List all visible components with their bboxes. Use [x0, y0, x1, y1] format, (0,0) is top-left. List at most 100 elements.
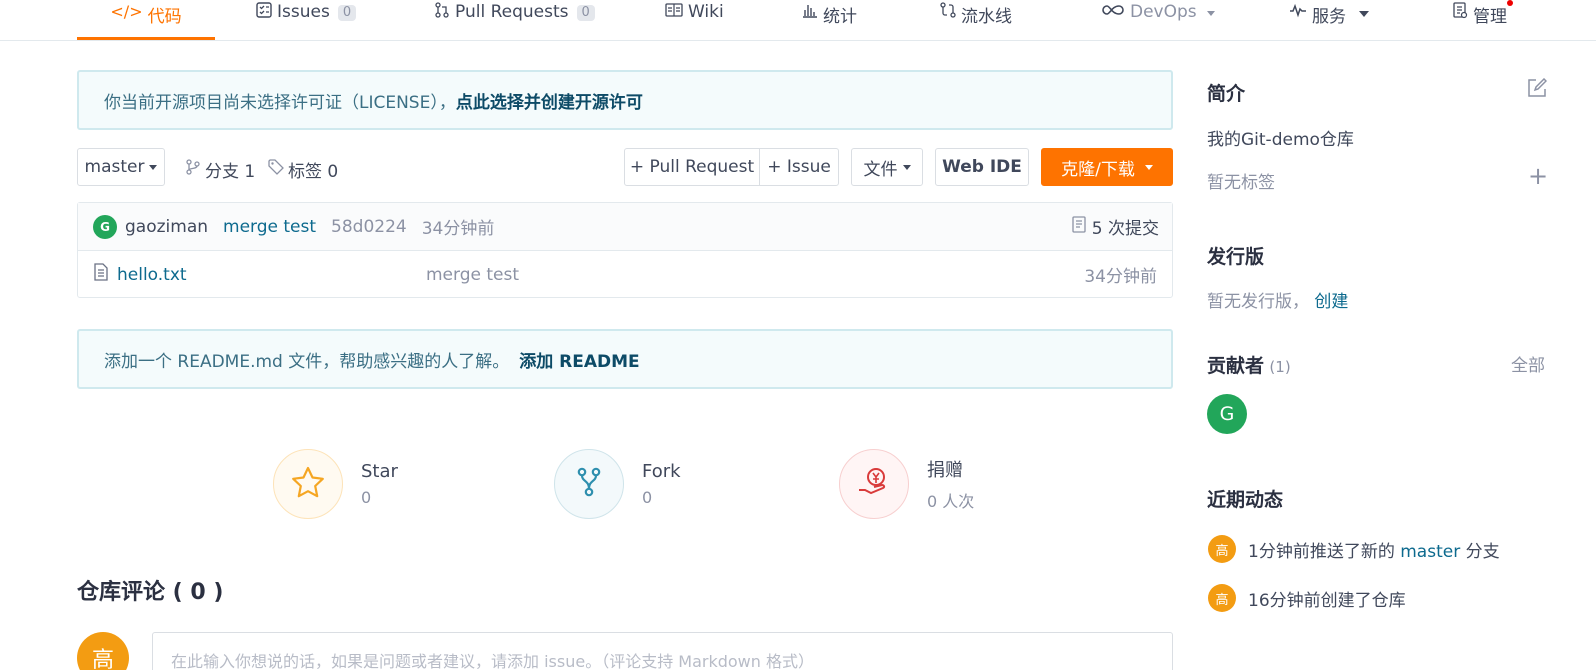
- readme-banner-text: 添加一个 README.md 文件，帮助感兴趣的人了解。: [104, 351, 510, 372]
- no-tags-text: 暂无标签: [1207, 173, 1275, 193]
- tab-wiki[interactable]: Wiki: [665, 0, 724, 40]
- tab-issues-label: Issues: [277, 2, 330, 22]
- star-icon: [291, 466, 325, 503]
- tab-pull-requests-label: Pull Requests: [455, 2, 569, 22]
- clone-download-button[interactable]: 克隆/下载: [1041, 148, 1173, 186]
- fork-label: Fork: [642, 461, 681, 482]
- star-circle: [273, 449, 343, 519]
- web-ide-label: Web IDE: [942, 157, 1022, 177]
- activity-avatar[interactable]: 高: [1208, 535, 1236, 563]
- activity-text-pre: 1分钟前推送了新的: [1248, 541, 1401, 562]
- new-issue-label: + Issue: [767, 157, 831, 177]
- pull-request-icon: [434, 2, 450, 22]
- branch-select[interactable]: master: [77, 148, 165, 186]
- comment-placeholder: 在此输入你想说的话，如果是问题或者建议，请添加 issue。（评论支持 Mark…: [171, 652, 814, 670]
- commit-author[interactable]: gaoziman: [125, 217, 208, 237]
- branch-link[interactable]: master: [1400, 542, 1460, 562]
- tab-issues[interactable]: Issues 0: [256, 0, 357, 40]
- chevron-down-icon: [902, 164, 911, 170]
- notification-dot: [1507, 0, 1513, 6]
- infinity-icon: [1101, 2, 1125, 21]
- activity-item: 高 16分钟前创建了仓库: [1208, 584, 1406, 612]
- activity-text: 1分钟前推送了新的 master 分支: [1248, 537, 1500, 562]
- issues-count-badge: 0: [337, 5, 357, 21]
- chevron-down-icon: [1144, 164, 1153, 170]
- wiki-icon: [665, 2, 683, 22]
- commit-hash[interactable]: 58d0224: [331, 217, 407, 237]
- contributors-title: 贡献者: [1207, 355, 1265, 377]
- star-label: Star: [361, 461, 398, 482]
- branches-count: 分支 1: [205, 162, 256, 182]
- star-stat[interactable]: Star 0: [273, 449, 398, 519]
- no-release-text: 暂无发行版，: [1207, 292, 1309, 312]
- repo-tabs: </> 代码 Issues 0 Pull Requests 0 Wiki 统计 …: [0, 0, 1596, 41]
- activity-item: 高 1分钟前推送了新的 master 分支: [1208, 535, 1500, 563]
- file-commit-message[interactable]: merge test: [426, 265, 519, 285]
- commit-message-link[interactable]: merge test: [223, 217, 316, 237]
- file-name-link[interactable]: hello.txt: [117, 265, 187, 285]
- comment-input[interactable]: 在此输入你想说的话，如果是问题或者建议，请添加 issue。（评论支持 Mark…: [152, 632, 1173, 670]
- intro-title: 简介: [1207, 83, 1246, 105]
- branch-icon: [185, 159, 201, 180]
- activity-text: 16分钟前创建了仓库: [1248, 590, 1406, 611]
- branches-link[interactable]: 分支 1: [185, 157, 255, 182]
- tab-manage-label: 管理: [1473, 7, 1507, 27]
- commit-count: 5 次提交: [1091, 219, 1159, 239]
- chevron-down-icon: [1206, 11, 1215, 16]
- donate-icon: [857, 466, 891, 503]
- tab-manage[interactable]: 管理: [1452, 0, 1513, 40]
- activity-avatar[interactable]: 高: [1208, 584, 1236, 612]
- tab-stats[interactable]: 统计: [802, 0, 857, 40]
- tab-code-label: 代码: [147, 7, 182, 27]
- tab-pipeline-label: 流水线: [961, 7, 1012, 27]
- add-tag-icon[interactable]: +: [1528, 164, 1548, 188]
- tab-code[interactable]: </> 代码: [77, 0, 215, 40]
- edit-intro-icon[interactable]: [1527, 77, 1548, 103]
- file-icon: [93, 263, 109, 286]
- fork-circle: [554, 449, 624, 519]
- tab-pull-requests[interactable]: Pull Requests 0: [434, 0, 595, 40]
- donate-count: 0 人次: [927, 492, 975, 511]
- fork-stat[interactable]: Fork 0: [554, 449, 681, 519]
- donate-stat[interactable]: 捐赠 0 人次: [839, 449, 974, 519]
- tags-link[interactable]: 标签 0: [268, 157, 338, 182]
- add-readme-link[interactable]: 添加 README: [519, 347, 639, 372]
- tab-services-label: 服务: [1312, 7, 1346, 27]
- create-license-link[interactable]: 点此选择并创建开源许可: [456, 88, 643, 113]
- tab-devops[interactable]: DevOps: [1101, 0, 1215, 40]
- tags-count: 标签 0: [288, 162, 339, 182]
- branch-select-label: master: [84, 157, 145, 177]
- new-pull-request-button[interactable]: + Pull Request: [624, 148, 760, 186]
- create-release-link[interactable]: 创建: [1314, 292, 1348, 312]
- donate-label: 捐赠: [927, 460, 963, 481]
- commit-count-link[interactable]: 5 次提交: [1072, 214, 1159, 239]
- tab-services[interactable]: 服务: [1289, 0, 1369, 40]
- license-banner: 你当前开源项目尚未选择许可证（LICENSE）， 点此选择并创建开源许可: [77, 70, 1173, 130]
- manage-icon: [1452, 2, 1468, 23]
- pull-requests-count-badge: 0: [576, 5, 595, 21]
- author-avatar[interactable]: G: [93, 214, 117, 239]
- commit-time: 34分钟前: [421, 219, 495, 239]
- contributor-avatar[interactable]: G: [1207, 394, 1247, 434]
- contributors-count: (1): [1269, 358, 1291, 376]
- latest-commit-row: G gaoziman merge test 58d0224 34分钟前 5 次提…: [78, 203, 1172, 251]
- pulse-icon: [1289, 2, 1307, 22]
- commits-icon: [1072, 215, 1086, 238]
- repo-description: 我的Git-demo仓库: [1207, 130, 1354, 150]
- activity-text-post: 分支: [1460, 541, 1500, 562]
- new-pull-request-label: + Pull Request: [629, 157, 755, 177]
- new-issue-button[interactable]: + Issue: [759, 148, 839, 186]
- stats-icon: [802, 2, 818, 22]
- chevron-down-icon: [149, 164, 158, 170]
- fork-count: 0: [642, 488, 653, 507]
- file-menu-button[interactable]: 文件: [851, 148, 923, 186]
- star-count: 0: [361, 488, 372, 507]
- code-icon: </>: [110, 2, 143, 21]
- contributors-heading: 贡献者 (1): [1207, 351, 1291, 378]
- pipeline-icon: [940, 2, 956, 22]
- release-title: 发行版: [1207, 246, 1265, 268]
- all-contributors-link[interactable]: 全部: [1511, 351, 1545, 376]
- fork-icon: [575, 467, 603, 502]
- web-ide-button[interactable]: Web IDE: [935, 148, 1029, 186]
- tab-pipeline[interactable]: 流水线: [940, 0, 1012, 40]
